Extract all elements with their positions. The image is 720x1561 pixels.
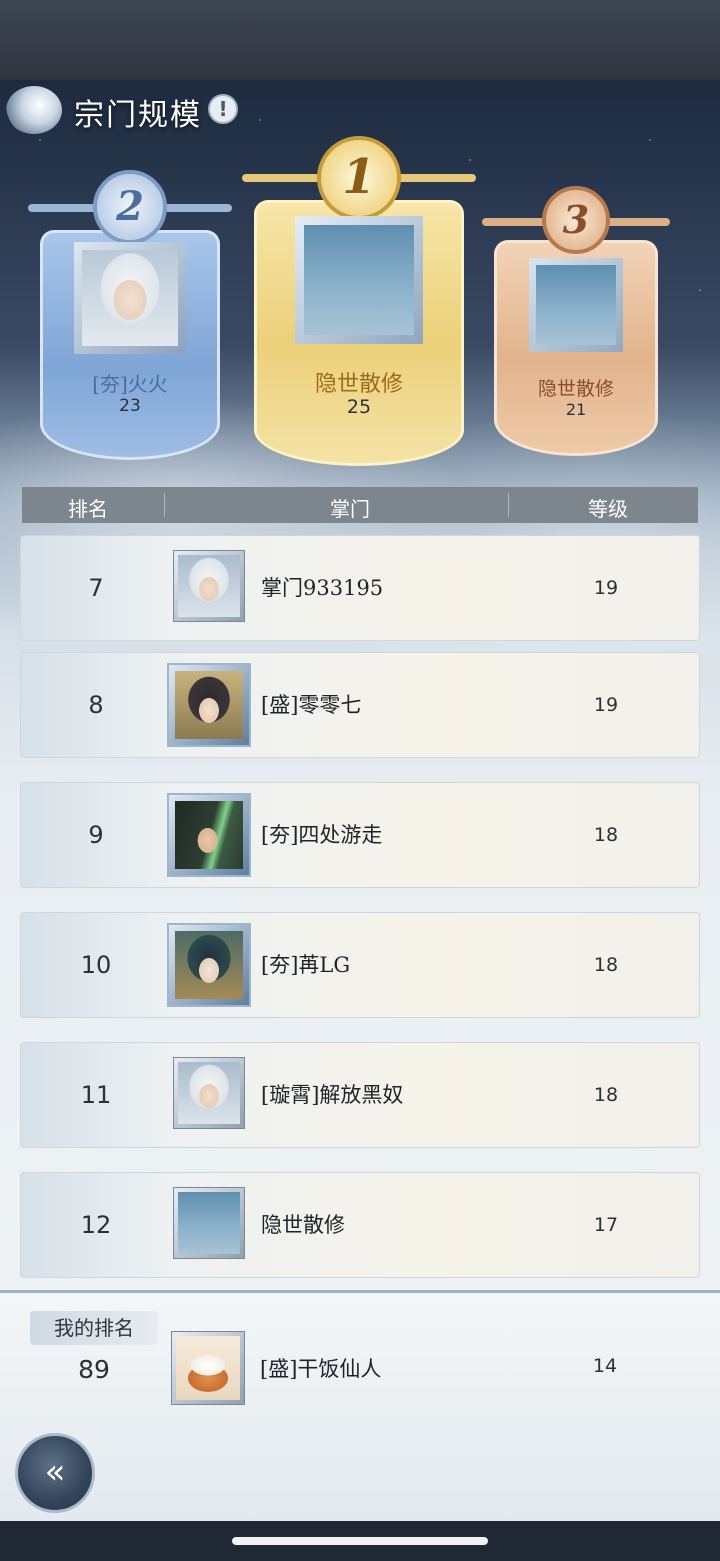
podium-level: 21 [565,400,587,419]
column-divider [164,493,165,517]
row-rank: 12 [80,1211,112,1239]
sect-emblem-icon [6,86,62,134]
table-header: 排名 掌门 等级 [22,487,698,523]
row-rank: 7 [88,574,104,602]
my-avatar[interactable] [171,1331,245,1405]
my-name: [盛]干饭仙人 [260,1357,382,1381]
player-name: 隐世散修 [261,1213,345,1237]
row-rank: 8 [88,691,104,719]
player-level: 19 [593,577,619,599]
player-level: 17 [593,1214,619,1236]
podium-third[interactable]: 3 隐世散修 21 [482,186,670,456]
my-level: 14 [592,1355,618,1377]
table-row[interactable]: 7 掌门933195 19 [20,535,700,641]
player-avatar[interactable] [173,1057,245,1129]
player-avatar[interactable] [173,550,245,622]
player-level: 19 [593,694,619,716]
player-name: [夯]四处游走 [261,823,383,847]
my-rank-number: 89 [78,1355,110,1384]
player-avatar[interactable] [167,663,251,747]
podium-avatar[interactable] [295,216,423,344]
column-header-rank: 排名 [68,497,108,521]
my-rank-panel: 我的排名 89 [盛]干饭仙人 14 « [0,1290,720,1521]
row-rank: 9 [88,821,104,849]
player-name: [夯]苒LG [261,953,351,977]
podium-first[interactable]: 1 隐世散修 25 [242,136,476,466]
my-rank-label: 我的排名 [30,1311,158,1345]
podium-name: 隐世散修 [537,378,614,400]
player-avatar[interactable] [167,923,251,1007]
podium-level: 25 [346,396,372,418]
player-avatar[interactable] [173,1187,245,1259]
info-icon[interactable]: ! [208,94,238,124]
player-name: 掌门933195 [261,576,384,600]
table-row[interactable]: 9 [夯]四处游走 18 [20,782,700,888]
player-level: 18 [593,824,619,846]
column-divider [508,493,509,517]
title-row: 宗门规模 ! [0,82,280,142]
podium-second[interactable]: 2 [夯]火火 23 [28,170,232,460]
player-name: [盛]零零七 [261,693,362,717]
player-level: 18 [593,954,619,976]
table-row[interactable]: 10 [夯]苒LG 18 [20,912,700,1018]
rank-1-crest-icon: 1 [317,136,401,220]
podium-name: [夯]火火 [92,372,168,396]
row-rank: 11 [80,1081,112,1109]
page-title: 宗门规模 [74,98,202,133]
podium-avatar[interactable] [529,258,623,352]
row-rank: 10 [80,951,112,979]
home-indicator[interactable] [232,1537,488,1545]
rank-3-crest-icon: 3 [542,186,610,254]
table-row[interactable]: 11 [璇霄]解放黑奴 18 [20,1042,700,1148]
column-header-level: 等级 [588,497,628,521]
status-bar [0,0,720,80]
podium-name: 隐世散修 [314,372,403,397]
back-button[interactable]: « [15,1433,95,1513]
column-header-leader: 掌门 [330,497,370,521]
podium-avatar[interactable] [74,242,186,354]
podium-level: 23 [119,396,141,416]
table-row[interactable]: 12 隐世散修 17 [20,1172,700,1278]
player-name: [璇霄]解放黑奴 [261,1083,404,1107]
player-avatar[interactable] [167,793,251,877]
table-row[interactable]: 8 [盛]零零七 19 [20,652,700,758]
player-level: 18 [593,1084,619,1106]
rank-2-crest-icon: 2 [93,170,167,244]
